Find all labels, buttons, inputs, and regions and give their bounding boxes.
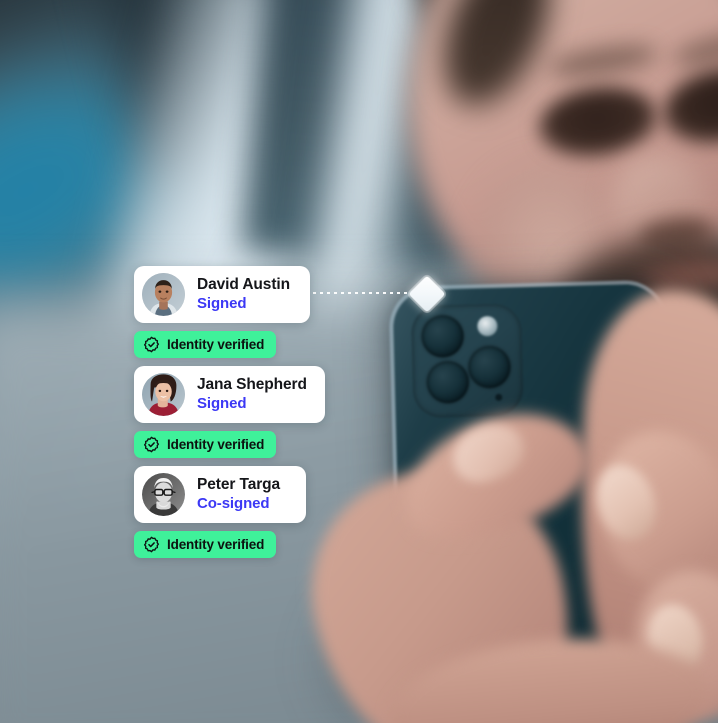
verified-label: Identity verified (167, 437, 265, 452)
person-eye-right (655, 58, 718, 154)
avatar-jana-shepherd (142, 373, 185, 416)
person-nostrils (638, 213, 714, 253)
signer-status: Co-signed (197, 494, 270, 512)
identity-verified-badge[interactable]: Identity verified (134, 531, 277, 558)
smartphone (392, 283, 674, 721)
scene-root: David Austin Signed Identity verified Ja… (0, 0, 718, 723)
identity-verified-badge[interactable]: Identity verified (134, 431, 277, 458)
signer-card-stack: David Austin Signed Identity verified Ja… (134, 266, 325, 558)
person-eyebrow-right (670, 25, 718, 73)
avatar-peter-targa (142, 473, 185, 516)
signer-name: Peter Targa (197, 476, 281, 494)
identity-verified-badge[interactable]: Identity verified (134, 331, 277, 358)
signer-text: Jana Shepherd Signed (197, 376, 307, 412)
signer-card[interactable]: Jana Shepherd Signed (134, 366, 325, 423)
signer-card[interactable]: David Austin Signed (134, 266, 310, 323)
camera-flash-icon (477, 315, 498, 337)
signer-card[interactable]: Peter Targa Co-signed (134, 466, 306, 523)
camera-lens-icon (467, 345, 511, 389)
signer-group: David Austin Signed Identity verified (134, 266, 325, 358)
verified-label: Identity verified (167, 537, 265, 552)
camera-lens-icon (426, 360, 470, 404)
background-dark-right (412, 0, 608, 269)
camera-island (410, 303, 524, 419)
verified-label: Identity verified (167, 337, 265, 352)
microphone-icon (495, 393, 503, 401)
verified-seal-icon (143, 436, 160, 453)
person-nose (606, 150, 714, 270)
signer-text: David Austin Signed (197, 276, 290, 312)
camera-lens-icon (421, 314, 465, 358)
signer-group: Peter Targa Co-signed Identity verified (134, 466, 325, 558)
verified-seal-icon (143, 536, 160, 553)
signer-text: Peter Targa Co-signed (197, 476, 281, 512)
signer-status: Signed (197, 394, 247, 412)
signer-name: Jana Shepherd (197, 376, 307, 394)
signer-group: Jana Shepherd Signed Identity verified (134, 366, 325, 458)
signer-status: Signed (197, 294, 247, 312)
verified-seal-icon (143, 336, 160, 353)
avatar-david-austin (142, 273, 185, 316)
signer-name: David Austin (197, 276, 290, 294)
